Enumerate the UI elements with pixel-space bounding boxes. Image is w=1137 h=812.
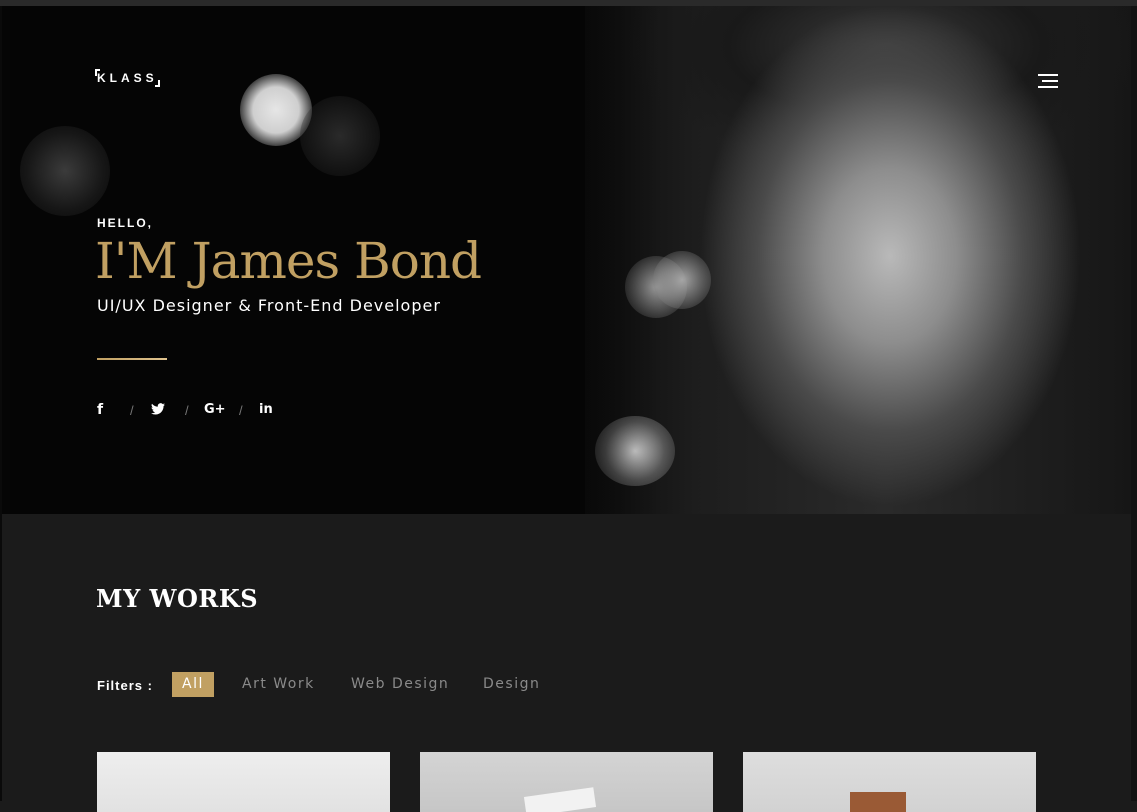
- hero-section: KLASS HELLO, I'M James Bond UI/UX Design…: [0, 6, 1131, 514]
- page-left-edge: [0, 6, 2, 801]
- filter-all[interactable]: All: [172, 672, 214, 697]
- logo-bracket-right: [154, 80, 160, 87]
- facebook-icon[interactable]: f: [97, 402, 103, 418]
- social-separator: /: [185, 403, 189, 418]
- twitter-icon[interactable]: [151, 402, 165, 418]
- filter-design[interactable]: Design: [483, 672, 540, 697]
- filter-web-design[interactable]: Web Design: [351, 672, 449, 697]
- hero-divider: [97, 358, 167, 360]
- work-card[interactable]: [97, 752, 390, 812]
- filters-label: Filters :: [97, 678, 153, 693]
- logo-bracket-left: [95, 69, 100, 76]
- hero-greeting: HELLO,: [97, 216, 153, 230]
- work-thumbnail-card: [523, 787, 597, 812]
- hero-name: I'M James Bond: [95, 232, 482, 290]
- menu-line: [1038, 74, 1058, 76]
- brand-logo[interactable]: KLASS: [95, 69, 160, 87]
- hamburger-menu-icon[interactable]: [1036, 74, 1058, 90]
- hero-role: UI/UX Designer & Front-End Developer: [97, 296, 441, 315]
- logo-text: KLASS: [97, 71, 158, 85]
- work-card[interactable]: [420, 752, 713, 812]
- filter-art-work[interactable]: Art Work: [242, 672, 315, 697]
- works-section-title: MY WORKS: [96, 584, 259, 613]
- google-plus-icon[interactable]: G+: [204, 402, 226, 417]
- work-thumbnail-object: [850, 792, 906, 812]
- social-separator: /: [130, 403, 134, 418]
- bokeh-light: [20, 126, 110, 216]
- linkedin-icon[interactable]: in: [259, 402, 273, 417]
- page-scrollbar[interactable]: [1131, 6, 1137, 801]
- bokeh-light: [653, 251, 711, 309]
- menu-line: [1038, 86, 1058, 88]
- work-card[interactable]: [743, 752, 1036, 812]
- menu-line: [1042, 80, 1058, 82]
- bokeh-light: [300, 96, 380, 176]
- social-separator: /: [239, 403, 243, 418]
